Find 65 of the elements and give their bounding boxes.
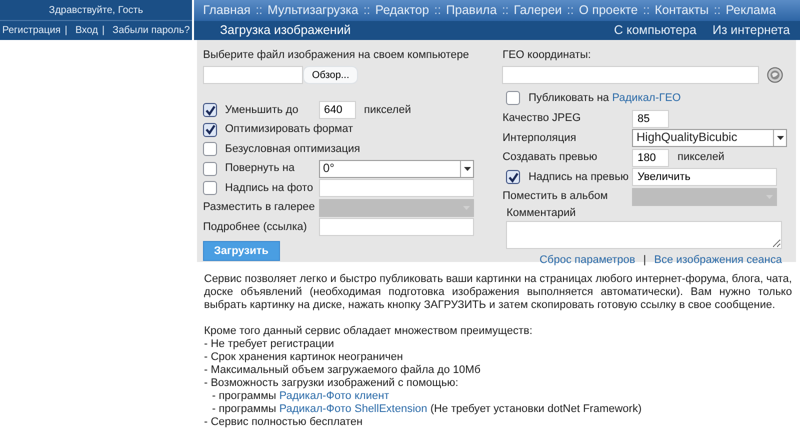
nav-link[interactable]: Редактор: [375, 2, 430, 19]
nav-link[interactable]: Реклама: [726, 2, 776, 19]
list-item: - Максимальный объем загружаемого файла до 10Мб: [204, 364, 482, 377]
separator-text: ::: [714, 2, 721, 19]
field-label: Поместить в альбом: [502, 189, 608, 204]
auth-link[interactable]: Забыли пароль?: [112, 24, 190, 37]
browse-button[interactable]: Обзор...: [303, 66, 358, 84]
separator-text: ::: [363, 2, 370, 19]
auth-link[interactable]: Вход: [75, 24, 98, 37]
list-item: - Возможность загрузки изображений с помощью:: [204, 377, 460, 390]
number-field[interactable]: 640: [319, 101, 356, 120]
field-label: Качество JPEG: [502, 111, 581, 126]
number-field[interactable]: 85: [632, 110, 670, 128]
source-tab[interactable]: С компьютера: [614, 22, 696, 39]
intro-paragraph: Сервис позволяет легко и быстро публиковать ваши картинки на страницах любого интернет-форума, блога, чата, доске объявлений (необходимая подготовка изображения выполняется автоматически). Вам нужно только выбрать картинку на диске, нажать кнопку ЗАГРУЗИТЬ и затем скопировать готовую ссылку в свое сообщение.: [204, 273, 792, 312]
upload-button[interactable]: Загрузить: [203, 240, 280, 262]
publish-text: Публиковать на Радикал-ГЕО: [528, 90, 681, 106]
nav-link[interactable]: Контакты: [654, 2, 709, 19]
file-label: Выберите файл изображения на своем компьютере: [203, 48, 470, 62]
separator-text: ::: [642, 2, 650, 19]
nav-link[interactable]: Главная: [203, 2, 251, 19]
nav-link[interactable]: О проекте: [578, 2, 638, 19]
separator-text: |: [64, 24, 68, 37]
nav-link[interactable]: Правила: [446, 2, 497, 19]
field-label: Повернуть на: [225, 161, 295, 176]
separator-text: ::: [256, 2, 263, 19]
dropdown[interactable]: 0°: [319, 160, 474, 178]
field-label: Безусловная оптимизация: [225, 142, 360, 156]
list-item: - программы Радикал-Фото ShellExtension (Не требует установки dotNet Framework): [211, 403, 643, 416]
separator-text: |: [102, 24, 105, 37]
text-field[interactable]: Увеличить: [632, 168, 778, 186]
footer-link[interactable]: Сброс параметров: [539, 252, 636, 267]
source-tab[interactable]: Из интернета: [712, 22, 790, 39]
field-label: Уменьшить до: [225, 102, 298, 118]
field-label: Подробнее (ссылка): [203, 220, 307, 234]
number-field[interactable]: 180: [632, 148, 670, 167]
field-label: ГЕО координаты:: [502, 48, 592, 62]
greeting-text: Здравствуйте, Гость: [48, 4, 144, 16]
field-label: Надпись на превью: [528, 170, 629, 184]
separator-text: ::: [434, 2, 442, 19]
list-item: - Сервис полностью бесплатен: [204, 416, 364, 429]
unit-text: пикселей: [364, 102, 411, 118]
list-item: - Срок хранения картинок неограничен: [204, 351, 404, 364]
section-title: Загрузка изображений: [220, 22, 351, 39]
program-link[interactable]: Радикал-Фото клиент: [279, 390, 390, 402]
program-link[interactable]: Радикал-Фото ShellExtension: [279, 403, 428, 415]
unit-text: пикселей: [677, 150, 724, 165]
nav-link[interactable]: Мультизагрузка: [268, 2, 358, 19]
dropdown[interactable]: HighQualityBicubic: [632, 129, 788, 148]
field-label: Комментарий: [506, 206, 577, 221]
auth-link[interactable]: Регистрация: [2, 24, 61, 37]
geo-link[interactable]: Радикал-ГЕО: [612, 92, 681, 104]
lead-text: Кроме того данный сервис обладает множеством преимуществ:: [204, 325, 534, 338]
field-label: Интерполяция: [502, 130, 576, 146]
field-label: Оптимизировать формат: [225, 122, 354, 137]
list-item: - Не требует регистрации: [204, 338, 336, 351]
separator-text: ::: [502, 2, 509, 19]
nav-link[interactable]: Галереи: [514, 2, 562, 19]
list-item: - программы Радикал-Фото клиент: [211, 390, 390, 403]
footer-link[interactable]: Все изображения сеанса: [654, 252, 782, 267]
separator-text: ::: [566, 2, 574, 19]
field-label: Создавать превью: [502, 150, 598, 165]
separator-text: |: [643, 252, 646, 267]
field-label: Надпись на фото: [225, 180, 314, 196]
field-label: Разместить в галерее: [203, 200, 315, 215]
